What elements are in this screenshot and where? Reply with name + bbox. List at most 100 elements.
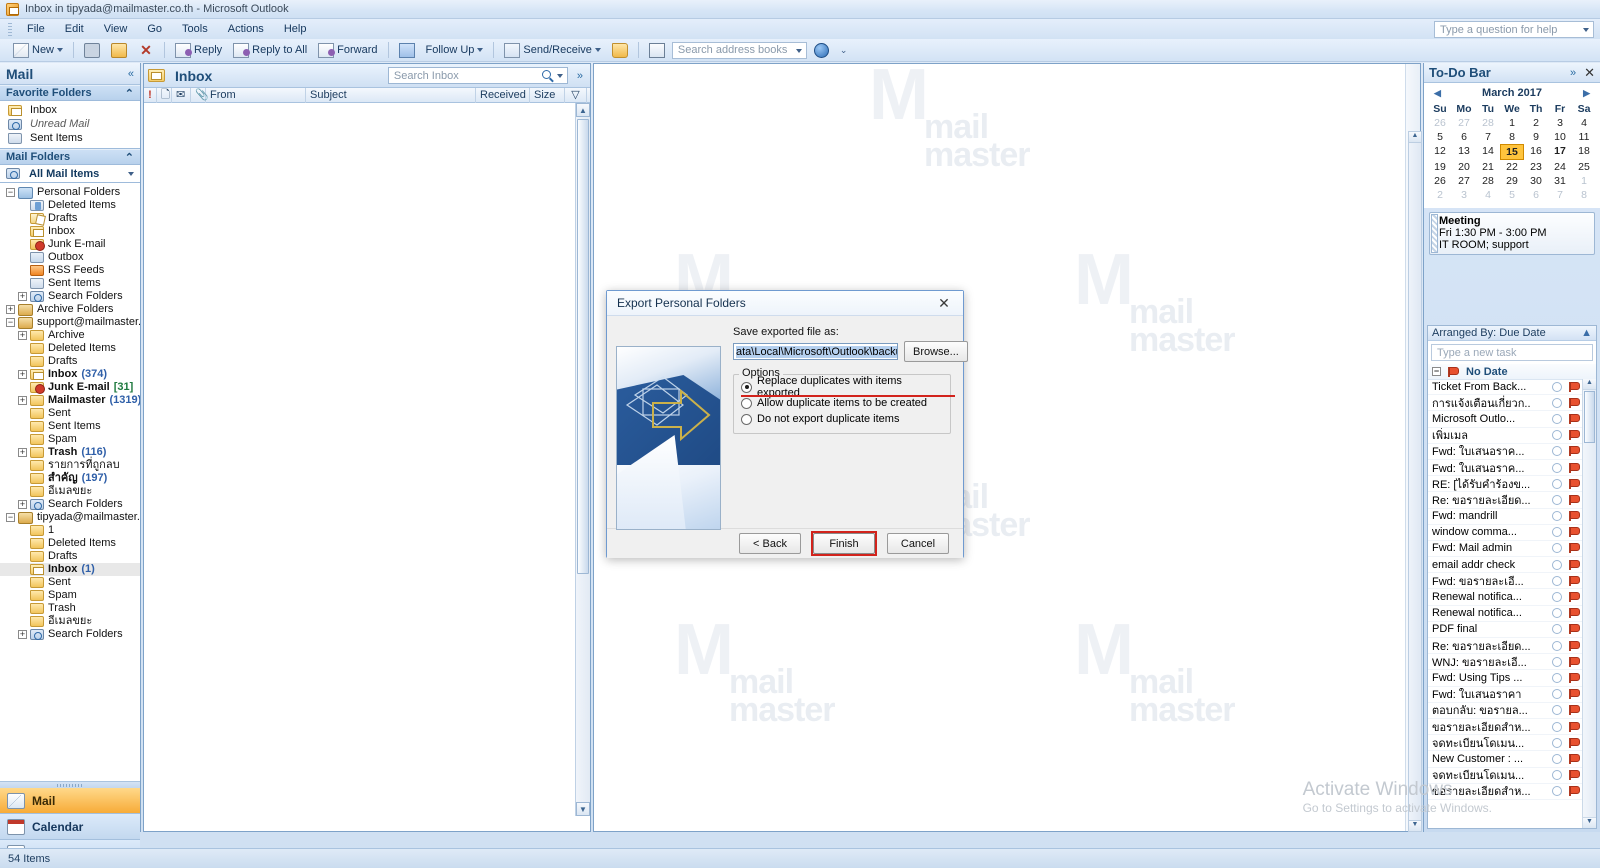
flag-icon[interactable] bbox=[1567, 591, 1580, 603]
task-complete-checkbox[interactable] bbox=[1552, 689, 1562, 700]
address-search-input[interactable]: Search address books bbox=[671, 41, 807, 59]
chevron-down-icon[interactable] bbox=[556, 74, 563, 78]
task-row[interactable]: Fwd: ใบเสนอราคา bbox=[1428, 687, 1582, 703]
flag-icon[interactable] bbox=[1567, 526, 1580, 538]
column-attachment[interactable]: 📎 bbox=[191, 87, 209, 103]
chevron-down-icon[interactable] bbox=[795, 48, 802, 53]
folder-tree-item[interactable]: Junk E-mail [31] bbox=[0, 381, 140, 394]
scrollbar-thumb[interactable] bbox=[1584, 391, 1595, 443]
radio-icon[interactable] bbox=[741, 413, 752, 425]
flag-icon[interactable] bbox=[1567, 445, 1580, 457]
menu-file[interactable]: File bbox=[18, 21, 54, 37]
column-importance[interactable]: ! bbox=[144, 87, 157, 103]
task-list-scrollbar[interactable]: ▲ ▼ bbox=[1582, 379, 1596, 828]
menu-edit[interactable]: Edit bbox=[56, 21, 93, 37]
folder-tree-item[interactable]: + Search Folders bbox=[0, 290, 140, 303]
favorite-item-unread-mail[interactable]: Unread Mail bbox=[0, 117, 140, 131]
task-row[interactable]: email addr check bbox=[1428, 557, 1582, 574]
task-row[interactable]: window comma... bbox=[1428, 525, 1582, 541]
address-book-button[interactable] bbox=[645, 42, 669, 59]
calendar-day[interactable]: 6 bbox=[1452, 130, 1476, 144]
task-row[interactable]: ตอบกลับ: ขอรายล... bbox=[1428, 703, 1582, 719]
flag-icon[interactable] bbox=[1567, 429, 1580, 441]
folder-tree-item[interactable]: RSS Feeds bbox=[0, 264, 140, 277]
task-complete-checkbox[interactable] bbox=[1552, 397, 1562, 408]
calendar-day[interactable]: 14 bbox=[1476, 144, 1500, 160]
calendar-day[interactable]: 20 bbox=[1452, 160, 1476, 174]
task-complete-checkbox[interactable] bbox=[1552, 624, 1562, 635]
folder-tree-item[interactable]: Drafts bbox=[0, 212, 140, 225]
task-complete-checkbox[interactable] bbox=[1552, 786, 1562, 797]
task-row[interactable]: เพิ่มเมล bbox=[1428, 428, 1582, 444]
radio-icon[interactable] bbox=[741, 381, 752, 393]
expand-icon[interactable]: + bbox=[18, 331, 27, 340]
folder-tree-item[interactable]: Sent bbox=[0, 576, 140, 589]
folder-tree-item[interactable]: Sent Items bbox=[0, 420, 140, 433]
calendar-day[interactable]: 31 bbox=[1548, 174, 1572, 188]
scroll-down-icon[interactable]: ▼ bbox=[1583, 817, 1596, 828]
task-row[interactable]: จดทะเบียนโดเมน... bbox=[1428, 735, 1582, 752]
calendar-day[interactable]: 28 bbox=[1476, 174, 1500, 188]
send-receive-button[interactable]: Send/Receive bbox=[500, 42, 605, 59]
nav-pane-splitter[interactable] bbox=[0, 781, 140, 788]
folder-tree-item[interactable]: + Mailmaster (1319) bbox=[0, 394, 140, 407]
message-list-scrollbar[interactable]: ▲ ▼ bbox=[575, 103, 590, 816]
message-list-body[interactable]: ▲ ▼ bbox=[144, 103, 590, 816]
task-row[interactable]: Re: ขอรายละเอียด... bbox=[1428, 492, 1582, 509]
flag-icon[interactable] bbox=[1567, 704, 1580, 716]
flag-icon[interactable] bbox=[1567, 640, 1580, 652]
calendar-day[interactable]: 28 bbox=[1476, 116, 1500, 130]
folder-tree-item[interactable]: Outbox bbox=[0, 251, 140, 264]
folder-tree-item[interactable]: 1 bbox=[0, 524, 140, 537]
task-row[interactable]: การแจ้งเตือนเกี่ยวก.. bbox=[1428, 395, 1582, 412]
calendar-day[interactable]: 3 bbox=[1548, 116, 1572, 130]
open-folder-button[interactable] bbox=[608, 42, 632, 59]
chevron-down-icon[interactable] bbox=[594, 48, 601, 52]
favorite-item-sent-items[interactable]: Sent Items bbox=[0, 131, 140, 145]
expand-icon[interactable]: + bbox=[18, 630, 27, 639]
calendar-day[interactable]: 17 bbox=[1548, 144, 1572, 160]
task-complete-checkbox[interactable] bbox=[1552, 608, 1562, 619]
task-complete-checkbox[interactable] bbox=[1552, 737, 1562, 748]
collapse-icon[interactable]: − bbox=[6, 188, 15, 197]
flag-icon[interactable] bbox=[1567, 785, 1580, 797]
folder-tree-item[interactable]: Deleted Items bbox=[0, 537, 140, 550]
expand-icon[interactable]: + bbox=[18, 292, 27, 301]
task-row[interactable]: Renewal notifica... bbox=[1428, 606, 1582, 622]
reply-button[interactable]: Reply bbox=[171, 42, 226, 59]
expand-search-icon[interactable]: » bbox=[574, 70, 586, 82]
appointment-item[interactable]: Meeting Fri 1:30 PM - 3:00 PM IT ROOM; s… bbox=[1429, 212, 1595, 255]
calendar-day[interactable]: 27 bbox=[1452, 116, 1476, 130]
task-complete-checkbox[interactable] bbox=[1552, 656, 1562, 667]
task-row[interactable]: Fwd: ขอรายละเอี... bbox=[1428, 573, 1582, 590]
flag-icon[interactable] bbox=[1567, 672, 1580, 684]
option-replace-duplicates[interactable]: Replace duplicates with items exported bbox=[741, 375, 955, 399]
all-mail-items-selector[interactable]: All Mail Items bbox=[0, 165, 140, 183]
menu-tools[interactable]: Tools bbox=[173, 21, 217, 37]
calendar-day[interactable]: 5 bbox=[1428, 130, 1452, 144]
task-row[interactable]: ขอรายละเอียดสำห... bbox=[1428, 719, 1582, 736]
back-button[interactable]: < Back bbox=[739, 533, 801, 554]
finish-button[interactable]: Finish bbox=[813, 533, 875, 554]
scrollbar-thumb[interactable] bbox=[577, 119, 589, 574]
collapse-icon[interactable]: − bbox=[6, 318, 15, 327]
task-row[interactable]: Fwd: ใบเสนอราค... bbox=[1428, 444, 1582, 460]
calendar-day[interactable]: 9 bbox=[1524, 130, 1548, 144]
column-from[interactable]: From bbox=[206, 87, 306, 103]
column-flag-status[interactable]: ✉ bbox=[172, 87, 191, 103]
chevron-down-icon[interactable] bbox=[1583, 28, 1589, 32]
calendar-day[interactable]: 29 bbox=[1500, 174, 1524, 188]
task-group-header[interactable]: − No Date bbox=[1428, 364, 1596, 380]
task-row[interactable]: Ticket From Back... bbox=[1428, 379, 1582, 396]
scroll-up-icon[interactable]: ▲ bbox=[1409, 132, 1421, 143]
calendar-day[interactable]: 27 bbox=[1452, 174, 1476, 188]
folder-tree-item[interactable]: Spam bbox=[0, 589, 140, 602]
calendar-day[interactable]: 7 bbox=[1476, 130, 1500, 144]
close-icon[interactable]: ✕ bbox=[1584, 65, 1595, 81]
reply-all-button[interactable]: Reply to All bbox=[229, 42, 311, 59]
chevron-down-icon[interactable] bbox=[477, 48, 484, 52]
flag-icon[interactable] bbox=[1567, 769, 1580, 781]
flag-icon[interactable] bbox=[1567, 656, 1580, 668]
folder-tree-item[interactable]: Trash bbox=[0, 602, 140, 615]
folder-tree-item[interactable]: รายการที่ถูกลบ bbox=[0, 459, 140, 472]
